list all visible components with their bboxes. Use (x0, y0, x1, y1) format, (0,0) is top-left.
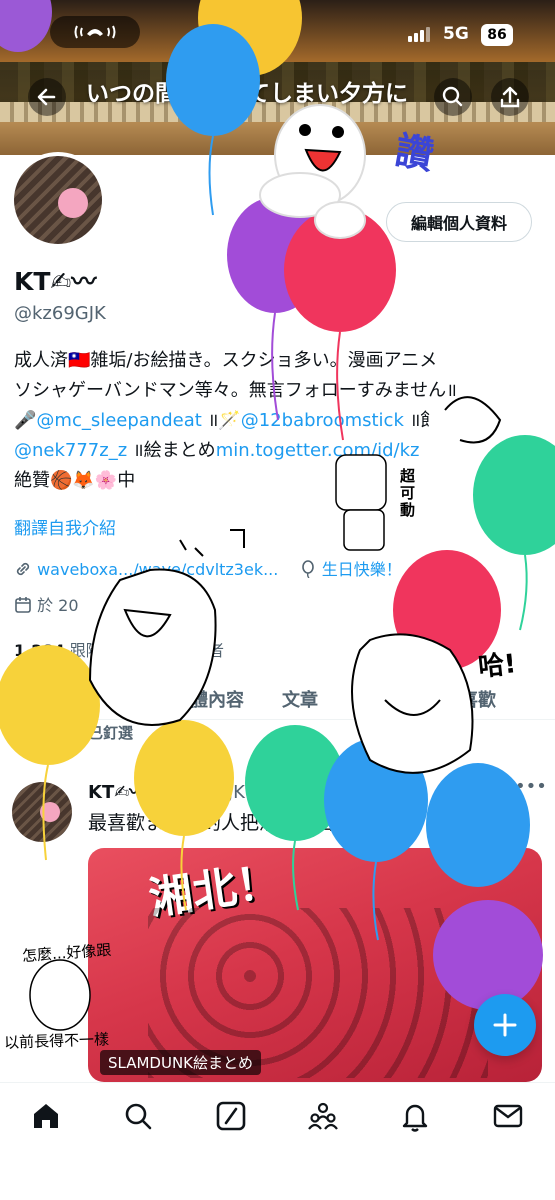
tab-replies[interactable]: 回 (72, 686, 90, 712)
bio-separator: ॥🪄 (201, 410, 241, 431)
mention-link[interactable]: @mc_sleepandeat (36, 410, 201, 431)
bio-line: ソシャゲーバンドマン等々。無言フォローすみません॥ (14, 380, 457, 401)
togetter-link[interactable]: min.togetter.com/id/kz (216, 440, 420, 461)
mention-link[interactable]: @nek777z_z (14, 440, 127, 461)
bio-line: 🎤@mc_sleepandeat ॥🪄@12babroomstick ॥飠 (14, 406, 544, 436)
bio-line: 成人済🇹🇼雑垢/お絵描き。スクショ多い。漫画アニメ (14, 350, 438, 371)
call-indicator[interactable] (50, 16, 140, 48)
following-count: 1,284 (14, 641, 65, 660)
pin-icon (62, 724, 74, 741)
user-handle: @kz69GJK (14, 303, 106, 324)
balloon-icon (301, 560, 314, 579)
following-label: 跟隨 (64, 641, 102, 660)
nav-home[interactable] (29, 1099, 63, 1133)
tab-media[interactable]: 媒體內容 (172, 686, 244, 712)
nav-explore[interactable] (121, 1099, 155, 1133)
bio-line: 絶贊🏀🦊🌸中 (14, 470, 136, 491)
tab-posts[interactable]: 貼文 (14, 686, 50, 722)
followers-link[interactable]: 隨者 (192, 637, 224, 661)
joined-row: 於 20 (14, 592, 79, 616)
search-icon (442, 86, 463, 107)
post-author-name[interactable]: KT✍〰 (88, 782, 147, 803)
nav-communities[interactable] (306, 1099, 340, 1133)
profile-bio: 成人済🇹🇼雑垢/お絵描き。スクショ多い。漫画アニメ ソシャゲーバンドマン等々。無… (14, 346, 544, 496)
calendar-icon (15, 597, 31, 613)
plus-icon (493, 1013, 517, 1037)
translate-bio-link[interactable]: 翻譯自我介紹 (14, 514, 116, 539)
profile-meta-row: waveboxa.../wave/cdvltz3ek... 生日快樂！ (14, 556, 402, 580)
website-link[interactable]: waveboxa.../wave/cdvltz3ek... (37, 560, 278, 579)
avatar-mascot (58, 188, 88, 218)
explore-icon (125, 1103, 152, 1130)
bio-line: @nek777z_z ॥絵まとめmin.togetter.com/id/kz (14, 436, 544, 466)
messages-icon (493, 1104, 523, 1128)
signal-icon (408, 27, 430, 42)
post-author-avatar[interactable] (12, 782, 72, 842)
notifications-icon (402, 1104, 428, 1132)
share-button[interactable] (491, 78, 529, 116)
microphone-emoji: 🎤 (14, 410, 37, 431)
post-text: 最喜歡まとめ的人把灌也集合了一下 (88, 812, 393, 834)
banner-court (0, 122, 555, 155)
sticker-ha: 哈! (476, 649, 518, 683)
back-arrow-icon (37, 88, 56, 106)
tab-likes[interactable]: 喜歡 (460, 686, 496, 712)
sticker-praise: 讚 (391, 127, 437, 178)
followers-label: 隨者 (192, 641, 225, 660)
image-caption: SLAMDUNK絵まとめ (100, 1050, 262, 1075)
edit-profile-button[interactable]: 編輯個人資料 (386, 202, 532, 242)
pinned-label: 已釘選 (88, 724, 134, 742)
follow-stats: 1,284 跟隨 隨者 (14, 637, 224, 661)
birthday-link[interactable]: 生日快樂！ (322, 560, 402, 579)
network-type: 5G (443, 24, 469, 44)
post-header: KT✍〰 @kz69GJK · 2023/5/2 (88, 778, 343, 804)
grok-icon (216, 1101, 246, 1131)
display-name: KT✍〰 (14, 267, 97, 296)
bio-text: ॥絵まとめ (127, 440, 216, 461)
nav-notifications[interactable] (398, 1099, 432, 1133)
sticker-chao: 超可動 (400, 467, 416, 519)
communities-icon (308, 1102, 338, 1130)
nav-grok[interactable] (214, 1099, 248, 1133)
compose-button[interactable] (474, 994, 536, 1056)
bio-separator: ॥飠 (403, 410, 439, 431)
link-icon (16, 562, 30, 576)
mention-link[interactable]: @12babroomstick (241, 410, 404, 431)
avatar-mascot (40, 802, 60, 822)
home-icon (34, 1104, 58, 1128)
back-button[interactable] (28, 78, 66, 116)
nav-messages[interactable] (491, 1099, 525, 1133)
phone-icon (74, 25, 116, 39)
following-link[interactable]: 1,284 跟隨 (14, 641, 102, 660)
profile-tabs: 貼文 回 媒體內容 文章 喜歡 (0, 686, 555, 722)
post-image[interactable]: 湘北！ SLAMDUNK絵まとめ (88, 848, 542, 1082)
joined-date: 於 20 (37, 596, 79, 615)
battery-indicator: 86 (481, 24, 513, 46)
header-title: いつの間にか寝てしまい夕方に (86, 81, 408, 107)
post-meta: @kz69GJK · 2023/5/2 (153, 782, 343, 803)
sticker-quote-2: 以前長得不一樣 (3, 1030, 110, 1052)
tab-articles[interactable]: 文章 (282, 686, 318, 712)
profile-avatar[interactable] (10, 152, 106, 248)
more-icon: ••• (515, 776, 547, 797)
doodle-face-bottom-left (29, 959, 91, 1031)
status-bar: 5G 86 (0, 0, 555, 60)
profile-header-bar: いつの間にか寝てしまい夕方に (0, 72, 555, 122)
search-button[interactable] (434, 78, 472, 116)
share-icon (500, 86, 520, 108)
post-more-button[interactable]: ••• (515, 776, 547, 797)
bottom-navigation (0, 1082, 555, 1200)
